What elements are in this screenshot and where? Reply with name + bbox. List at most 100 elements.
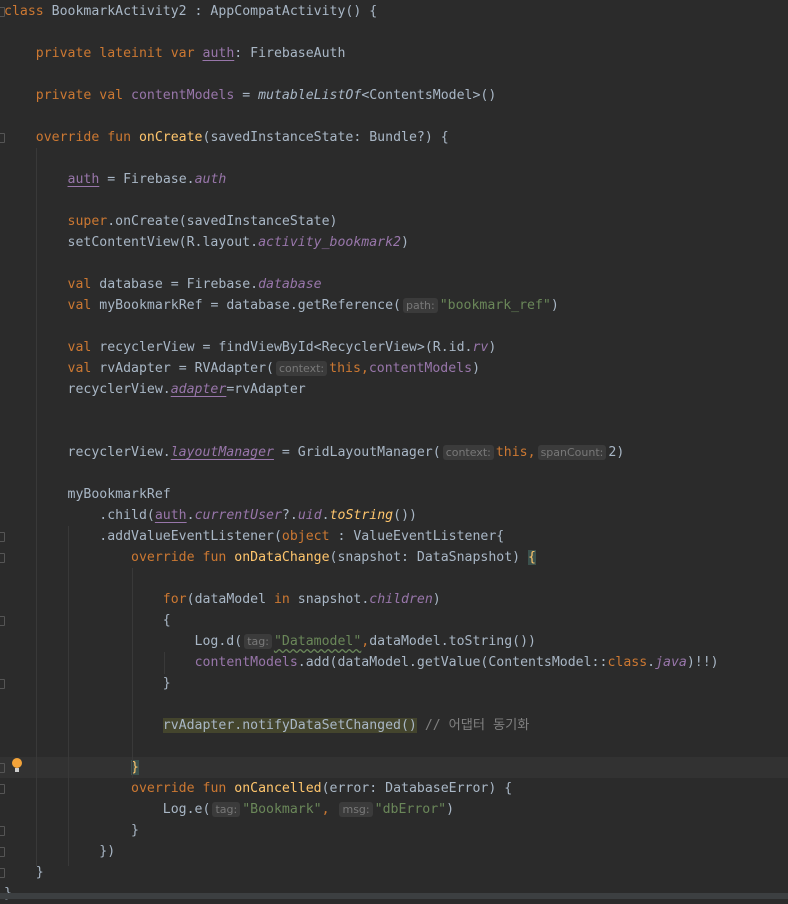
code-line[interactable] bbox=[4, 106, 788, 127]
code-line[interactable]: contentModels.add(dataModel.getValue(Con… bbox=[4, 652, 788, 673]
fold-marker-icon[interactable] bbox=[0, 847, 5, 857]
code-token: setContentView(R.layout. bbox=[4, 235, 259, 250]
code-token: : ValueEventListener{ bbox=[329, 529, 505, 544]
lightbulb-icon[interactable] bbox=[12, 758, 22, 772]
code-line[interactable]: recyclerView.adapter=rvAdapter bbox=[4, 379, 788, 400]
code-token: val bbox=[67, 340, 100, 355]
code-line[interactable]: class BookmarkActivity2 : AppCompatActiv… bbox=[4, 1, 788, 22]
code-line[interactable]: override fun onCancelled(error: Database… bbox=[4, 778, 788, 799]
code-line[interactable]: auth = Firebase.auth bbox=[4, 169, 788, 190]
code-line[interactable]: { bbox=[4, 610, 788, 631]
parameter-hint: spanCount: bbox=[537, 445, 607, 460]
code-line[interactable] bbox=[4, 316, 788, 337]
code-token: rvAdapter = RVAdapter( bbox=[99, 361, 274, 376]
code-token: toString bbox=[329, 508, 394, 523]
fold-marker-icon[interactable] bbox=[0, 133, 5, 143]
code-line[interactable] bbox=[4, 148, 788, 169]
fold-marker-icon[interactable] bbox=[0, 784, 5, 794]
code-line[interactable]: val recyclerView = findViewById<Recycler… bbox=[4, 337, 788, 358]
code-line[interactable]: private lateinit var auth: FirebaseAuth bbox=[4, 43, 788, 64]
code-line[interactable]: val database = Firebase.database bbox=[4, 274, 788, 295]
code-token: object bbox=[281, 529, 330, 544]
horizontal-scrollbar[interactable] bbox=[0, 893, 788, 899]
code-token: (dataModel bbox=[186, 592, 274, 607]
code-line[interactable]: Log.e(tag: "Bookmark", msg: "dbError") bbox=[4, 799, 788, 820]
fold-marker-icon[interactable] bbox=[0, 868, 5, 878]
code-line[interactable]: } bbox=[4, 862, 788, 883]
code-line[interactable]: Log.d(tag: "Datamodel",dataModel.toString… bbox=[4, 631, 788, 652]
code-line[interactable]: } bbox=[4, 673, 788, 694]
code-line[interactable]: super.onCreate(savedInstanceState) bbox=[4, 211, 788, 232]
code-token: } bbox=[4, 823, 139, 838]
fold-marker-icon[interactable] bbox=[0, 763, 5, 773]
code-line[interactable] bbox=[4, 568, 788, 589]
code-token: in bbox=[273, 592, 290, 607]
code-token: auth bbox=[154, 508, 187, 523]
parameter-hint: tag: bbox=[212, 802, 241, 817]
fold-marker-icon[interactable] bbox=[0, 532, 5, 542]
code-line[interactable]: override fun onDataChange(snapshot: Data… bbox=[4, 547, 788, 568]
code-line[interactable]: setContentView(R.layout.activity_bookmar… bbox=[4, 232, 788, 253]
code-token: for bbox=[162, 592, 187, 607]
code-token: onDataChange bbox=[234, 550, 330, 565]
fold-marker-icon[interactable] bbox=[0, 616, 5, 626]
code-token: contentModels bbox=[131, 88, 235, 103]
code-token: = Firebase. bbox=[99, 172, 195, 187]
code-token: override fun bbox=[35, 130, 139, 145]
fold-marker-icon[interactable] bbox=[0, 7, 5, 17]
code-line[interactable]: myBookmarkRef bbox=[4, 484, 788, 505]
code-token: database bbox=[258, 277, 322, 292]
code-token: contentModels bbox=[194, 655, 298, 670]
fold-marker-icon[interactable] bbox=[0, 679, 5, 689]
code-line[interactable] bbox=[4, 190, 788, 211]
code-line[interactable] bbox=[4, 463, 788, 484]
code-token: BookmarkActivity2 : AppCompatActivity() … bbox=[51, 4, 378, 19]
code-token: .child( bbox=[4, 508, 155, 523]
code-token: onCreate bbox=[138, 130, 203, 145]
code-token: Log.d( bbox=[4, 634, 243, 649]
code-line[interactable] bbox=[4, 736, 788, 757]
code-line[interactable]: .addValueEventListener(object : ValueEve… bbox=[4, 526, 788, 547]
code-token: currentUser bbox=[194, 508, 282, 523]
code-line[interactable] bbox=[4, 400, 788, 421]
code-line[interactable] bbox=[4, 253, 788, 274]
parameter-hint: msg: bbox=[339, 802, 373, 817]
code-line[interactable] bbox=[4, 22, 788, 43]
code-line[interactable]: private val contentModels = mutableListO… bbox=[4, 85, 788, 106]
code-line[interactable] bbox=[4, 64, 788, 85]
code-token: ?. bbox=[281, 508, 298, 523]
code-line[interactable] bbox=[4, 421, 788, 442]
code-line[interactable]: rvAdapter.notifyDataSetChanged() // 어댑터 … bbox=[4, 715, 788, 736]
code-token: ) bbox=[488, 340, 497, 355]
code-token: uid bbox=[297, 508, 322, 523]
code-editor[interactable]: class BookmarkActivity2 : AppCompatActiv… bbox=[0, 1, 788, 904]
code-line[interactable]: val myBookmarkRef = database.getReferenc… bbox=[4, 295, 788, 316]
code-line[interactable]: }) bbox=[4, 841, 788, 862]
code-line[interactable]: } bbox=[0, 757, 788, 778]
code-line[interactable]: } bbox=[4, 820, 788, 841]
code-token: auth bbox=[202, 46, 235, 61]
fold-marker-icon[interactable] bbox=[0, 553, 5, 563]
code-token: . bbox=[647, 655, 656, 670]
code-token: ()) bbox=[393, 508, 417, 523]
code-line[interactable]: for(dataModel in snapshot.children) bbox=[4, 589, 788, 610]
code-token: rv bbox=[472, 340, 489, 355]
code-token: class bbox=[4, 4, 52, 19]
code-line[interactable]: override fun onCreate(savedInstanceState… bbox=[4, 127, 788, 148]
code-token: "Datamodel" bbox=[273, 634, 362, 649]
code-token: myBookmarkRef = database.getReference( bbox=[99, 298, 401, 313]
code-line[interactable] bbox=[4, 694, 788, 715]
fold-marker-icon[interactable] bbox=[0, 826, 5, 836]
code-token: <ContentsModel>() bbox=[361, 88, 497, 103]
code-token: .add(dataModel.getValue(ContentsModel:: bbox=[297, 655, 608, 670]
code-token: .addValueEventListener( bbox=[4, 529, 282, 544]
code-line[interactable]: val rvAdapter = RVAdapter(context: this,c… bbox=[4, 358, 788, 379]
code-line[interactable]: recyclerView.layoutManager = GridLayoutM… bbox=[4, 442, 788, 463]
code-line[interactable]: .child(auth.currentUser?.uid.toString()) bbox=[4, 505, 788, 526]
code-token: children bbox=[369, 592, 433, 607]
code-token: recyclerView. bbox=[4, 382, 171, 397]
